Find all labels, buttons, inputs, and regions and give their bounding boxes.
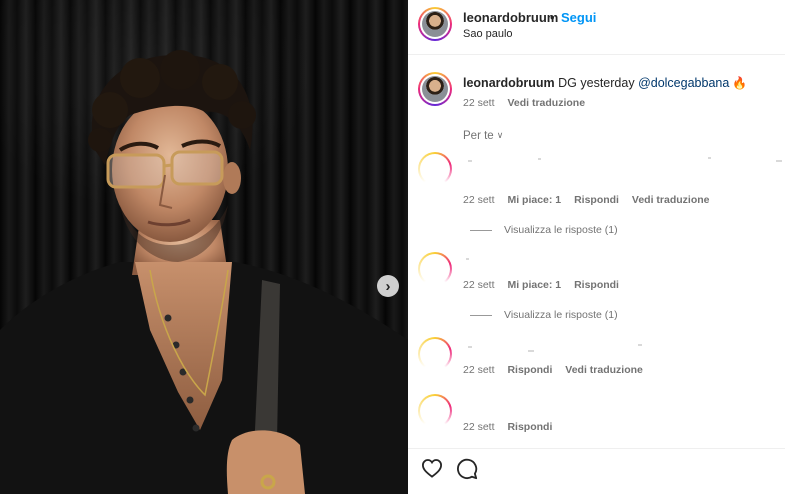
- caption-avatar[interactable]: [418, 72, 452, 106]
- post-header: leonardobruum • Segui Sao paulo: [408, 0, 785, 55]
- comment-meta: 22 sett Mi piace: 1 Rispondi: [463, 279, 629, 291]
- comment-date: 22 sett: [463, 421, 495, 433]
- caption-translate-link[interactable]: Vedi traduzione: [507, 97, 585, 109]
- comment-avatar[interactable]: [418, 394, 452, 428]
- post-actions-bar: [408, 448, 785, 494]
- post-photo: ›: [0, 0, 408, 494]
- post-side-panel: leonardobruum • Segui Sao paulo leonardo…: [408, 0, 785, 494]
- comment-text-redacted: [528, 350, 534, 352]
- comment-meta: 22 sett Rispondi: [463, 421, 562, 433]
- view-replies-label: Visualizza le risposte (1): [504, 309, 618, 321]
- header-separator: •: [550, 10, 555, 25]
- comment-text-redacted: [776, 160, 782, 162]
- follow-button[interactable]: Segui: [561, 10, 596, 25]
- comment-date: 22 sett: [463, 279, 495, 291]
- caption: leonardobruum DG yesterday @dolcegabbana…: [463, 76, 747, 90]
- instagram-post: › leonardobruum • Segui Sao paulo leonar…: [0, 0, 785, 494]
- comment-text-redacted: [468, 160, 472, 162]
- caption-meta: 22 sett Vedi traduzione: [463, 97, 595, 109]
- caption-date: 22 sett: [463, 97, 495, 109]
- heart-icon[interactable]: [421, 458, 443, 478]
- replies-divider: [470, 314, 492, 316]
- comment-text-redacted: [708, 157, 711, 159]
- reply-button[interactable]: Rispondi: [507, 421, 552, 433]
- reply-button[interactable]: Rispondi: [574, 279, 619, 291]
- view-replies-button[interactable]: Visualizza le risposte (1): [470, 309, 618, 321]
- chevron-down-icon: ∨: [496, 130, 504, 140]
- comment-likes[interactable]: Mi piace: 1: [507, 194, 561, 206]
- comment-date: 22 sett: [463, 364, 495, 376]
- comment-likes[interactable]: Mi piace: 1: [507, 279, 561, 291]
- translate-link[interactable]: Vedi traduzione: [565, 364, 643, 376]
- comment-sort-dropdown[interactable]: Per te ∨: [463, 130, 503, 142]
- comment-sort-label: Per te: [463, 130, 494, 142]
- post-location[interactable]: Sao paulo: [463, 28, 513, 40]
- comment-date: 22 sett: [463, 194, 495, 206]
- reply-button[interactable]: Rispondi: [574, 194, 619, 206]
- comment-avatar[interactable]: [418, 337, 452, 371]
- author-avatar[interactable]: [418, 7, 452, 41]
- caption-text: DG yesterday: [558, 76, 635, 90]
- comment-text-redacted: [468, 346, 472, 348]
- fire-emoji-icon: 🔥: [732, 76, 748, 90]
- reply-button[interactable]: Rispondi: [507, 364, 552, 376]
- comment-meta: 22 sett Mi piace: 1 Rispondi Vedi traduz…: [463, 194, 720, 206]
- comment-meta: 22 sett Rispondi Vedi traduzione: [463, 364, 653, 376]
- comment-text-redacted: [466, 258, 469, 260]
- carousel-next-icon[interactable]: ›: [377, 275, 399, 297]
- caption-username[interactable]: leonardobruum: [463, 76, 555, 90]
- translate-link[interactable]: Vedi traduzione: [632, 194, 710, 206]
- portrait-illustration: [0, 50, 408, 494]
- comment-avatar[interactable]: [418, 152, 452, 186]
- caption-mention-link[interactable]: @dolcegabbana: [638, 76, 729, 90]
- replies-divider: [470, 229, 492, 231]
- view-replies-label: Visualizza le risposte (1): [504, 224, 618, 236]
- comment-avatar[interactable]: [418, 252, 452, 286]
- comment-icon[interactable]: [456, 458, 478, 480]
- view-replies-button[interactable]: Visualizza le risposte (1): [470, 224, 618, 236]
- author-username[interactable]: leonardobruum: [463, 10, 558, 25]
- comment-text-redacted: [638, 344, 642, 346]
- comment-text-redacted: [538, 158, 541, 160]
